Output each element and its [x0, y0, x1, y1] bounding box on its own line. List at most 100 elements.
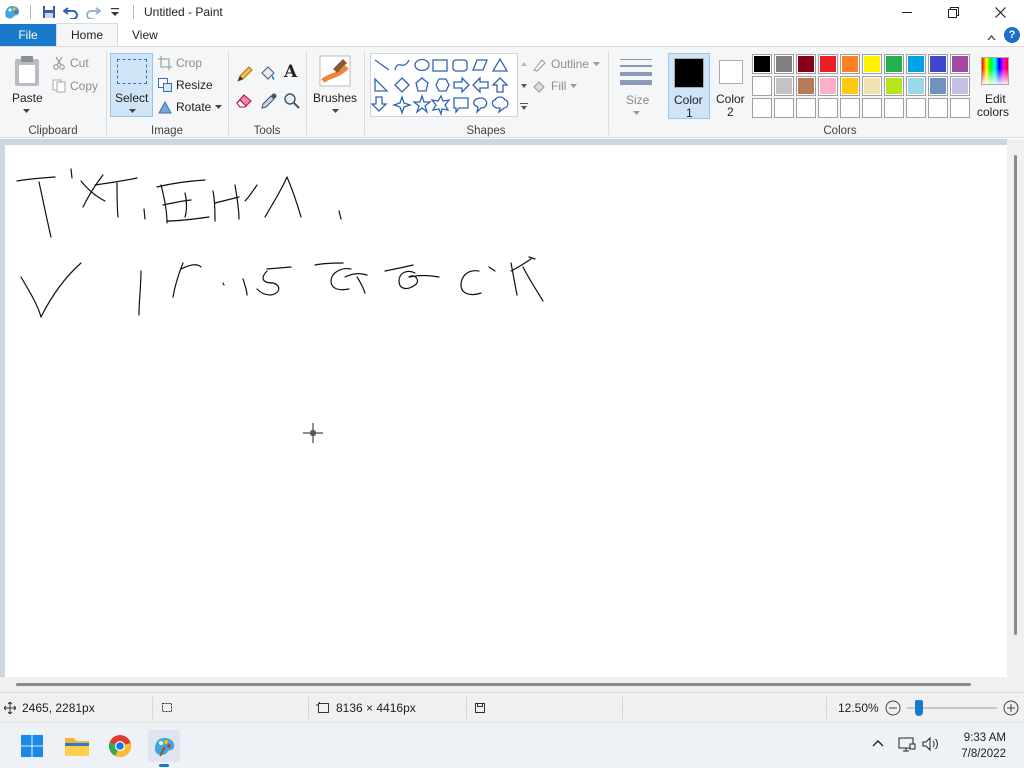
taskbar-file-explorer[interactable]	[61, 730, 93, 762]
copy-button[interactable]: Copy	[52, 76, 98, 96]
palette-swatch[interactable]	[796, 54, 816, 74]
zoom-slider-thumb[interactable]	[914, 700, 923, 716]
palette-swatch[interactable]	[796, 76, 816, 96]
taskbar-chrome[interactable]	[104, 730, 136, 762]
tab-file[interactable]: File	[0, 24, 56, 46]
crop-label: Crop	[176, 56, 203, 70]
palette-swatch[interactable]	[884, 54, 904, 74]
close-button[interactable]	[977, 0, 1024, 24]
size-button[interactable]: Size	[616, 53, 656, 119]
minimize-ribbon-icon[interactable]	[987, 30, 996, 44]
color-picker-icon[interactable]	[260, 92, 278, 110]
zoom-slider[interactable]	[906, 700, 997, 716]
palette-swatch[interactable]	[840, 54, 860, 74]
outline-button[interactable]: Outline	[532, 54, 601, 74]
volume-icon[interactable]	[922, 736, 940, 752]
palette-swatch[interactable]	[862, 76, 882, 96]
restore-button[interactable]	[930, 0, 977, 24]
text-tool-icon[interactable]: A	[284, 62, 297, 82]
palette-swatch[interactable]	[752, 54, 772, 74]
fill-button[interactable]: Fill	[532, 76, 578, 96]
brushes-group: Brushes	[306, 49, 364, 137]
vertical-scroll-thumb[interactable]	[1014, 155, 1017, 635]
scissors-icon	[53, 56, 65, 70]
custom-color-swatch[interactable]	[774, 98, 794, 118]
magnifier-icon[interactable]	[283, 92, 301, 110]
image-size-text: 8136 × 4416px	[336, 701, 416, 715]
crop-button[interactable]: Crop	[158, 53, 202, 73]
custom-color-swatch[interactable]	[862, 98, 882, 118]
custom-color-swatch[interactable]	[884, 98, 904, 118]
ribbon-tabs: File Home View ?	[0, 23, 1024, 46]
palette-swatch-fill	[797, 55, 815, 73]
size-group: Size	[608, 49, 664, 137]
customize-toolbar-icon[interactable]	[105, 2, 125, 22]
rotate-label: Rotate	[176, 100, 212, 114]
horizontal-scrollbar[interactable]	[0, 677, 1024, 692]
paste-button[interactable]: Paste	[8, 53, 46, 117]
save-icon[interactable]	[39, 2, 59, 22]
zoom-in-icon[interactable]	[1003, 700, 1019, 716]
palette-swatch[interactable]	[928, 76, 948, 96]
brushes-button[interactable]: Brushes	[310, 53, 360, 119]
eraser-icon[interactable]	[236, 92, 254, 108]
palette-swatch[interactable]	[774, 76, 794, 96]
palette-swatch[interactable]	[906, 54, 926, 74]
vertical-scrollbar[interactable]	[1007, 139, 1024, 677]
custom-color-swatch[interactable]	[752, 98, 772, 118]
outline-label: Outline	[551, 57, 590, 71]
start-button[interactable]	[16, 730, 48, 762]
palette-swatch-fill	[951, 55, 969, 73]
color2-button[interactable]: Color 2	[712, 53, 752, 119]
resize-label: Resize	[176, 78, 213, 92]
edit-colors-button[interactable]: Edit colors	[974, 53, 1018, 119]
taskbar-paint[interactable]	[148, 730, 180, 767]
system-clock[interactable]: 9:33 AM 7/8/2022	[961, 730, 1006, 762]
drawing-canvas[interactable]	[5, 145, 1008, 677]
palette-swatch[interactable]	[906, 76, 926, 96]
palette-swatch[interactable]	[950, 54, 970, 74]
palette-swatch[interactable]	[928, 54, 948, 74]
cut-button[interactable]: Cut	[52, 53, 89, 73]
palette-swatch[interactable]	[774, 54, 794, 74]
help-icon[interactable]: ?	[1004, 27, 1020, 43]
colors-group: Color 1 Color 2 Edit colors Colors	[664, 49, 1024, 137]
paint-app-icon[interactable]	[2, 2, 22, 22]
fill-bucket-icon[interactable]	[259, 64, 277, 82]
horizontal-scroll-thumb[interactable]	[16, 683, 971, 686]
palette-swatch[interactable]	[950, 76, 970, 96]
pencil-icon[interactable]	[236, 65, 254, 83]
chevron-down-icon	[593, 61, 601, 66]
select-button[interactable]: Select	[110, 53, 153, 117]
tab-home[interactable]: Home	[56, 23, 119, 46]
image-group-label: Image	[151, 125, 183, 137]
undo-icon[interactable]	[61, 2, 81, 22]
palette-swatch[interactable]	[840, 76, 860, 96]
palette-swatch-fill	[775, 77, 793, 95]
zoom-out-icon[interactable]	[885, 700, 901, 716]
custom-color-swatch[interactable]	[796, 98, 816, 118]
tab-view[interactable]: View	[118, 24, 172, 46]
image-size: 8136 × 4416px	[316, 693, 416, 723]
custom-color-swatch[interactable]	[928, 98, 948, 118]
resize-button[interactable]: Resize	[158, 75, 213, 95]
palette-swatch[interactable]	[862, 54, 882, 74]
redo-icon[interactable]	[83, 2, 103, 22]
cursor-position: 2465, 2281px	[4, 693, 95, 723]
custom-color-swatch[interactable]	[906, 98, 926, 118]
network-icon[interactable]	[898, 736, 916, 752]
palette-swatch[interactable]	[818, 76, 838, 96]
palette-swatch[interactable]	[884, 76, 904, 96]
rotate-button[interactable]: Rotate	[158, 97, 223, 117]
palette-swatch[interactable]	[752, 76, 772, 96]
color1-button[interactable]: Color 1	[668, 53, 710, 120]
palette-swatch[interactable]	[818, 54, 838, 74]
chevron-up-icon[interactable]	[872, 739, 884, 747]
custom-color-swatch[interactable]	[950, 98, 970, 118]
shapes-scroll[interactable]	[518, 53, 530, 117]
folder-icon	[65, 738, 89, 756]
shapes-gallery[interactable]	[370, 53, 518, 117]
custom-color-swatch[interactable]	[840, 98, 860, 118]
custom-color-swatch[interactable]	[818, 98, 838, 118]
minimize-button[interactable]	[883, 0, 930, 24]
